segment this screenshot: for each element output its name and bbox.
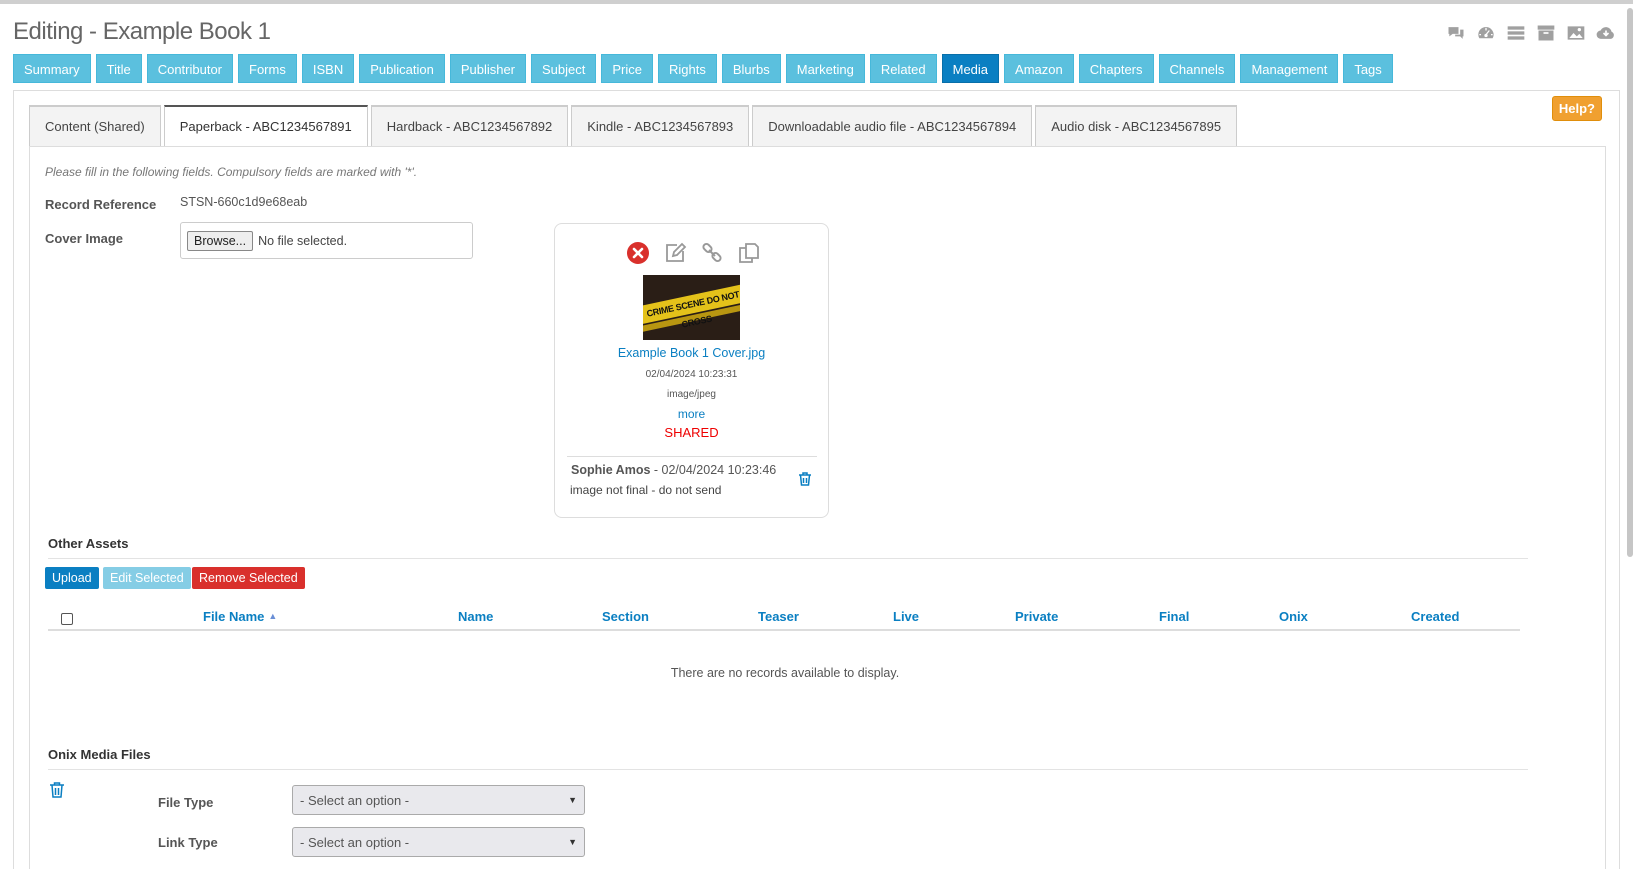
- col-private[interactable]: Private: [1015, 609, 1058, 624]
- cover-upload-date: 02/04/2024 10:23:31: [645, 369, 738, 380]
- file-type-label: File Type: [158, 795, 214, 810]
- cover-shared-badge: SHARED: [664, 425, 719, 440]
- nav-chapters[interactable]: Chapters: [1078, 54, 1154, 83]
- remove-selected-button[interactable]: Remove Selected: [192, 567, 305, 589]
- main-panel: Help? Content (Shared) Paperback - ABC12…: [13, 90, 1620, 869]
- cover-thumbnail[interactable]: CRIME SCENE DO NOT CROSS: [643, 275, 740, 340]
- archive-icon[interactable]: [1535, 22, 1557, 44]
- nav-summary[interactable]: Summary: [13, 54, 91, 83]
- edit-selected-button[interactable]: Edit Selected: [103, 567, 191, 589]
- nav-publication[interactable]: Publication: [359, 54, 445, 83]
- top-toolbar: [1445, 22, 1617, 44]
- page-scrollbar[interactable]: [1627, 8, 1633, 557]
- delete-icon[interactable]: [625, 240, 650, 265]
- nav-media[interactable]: Media: [941, 54, 1000, 83]
- form-instructions: Please fill in the following fields. Com…: [45, 165, 418, 179]
- cover-mime-type: image/jpeg: [667, 389, 716, 400]
- other-assets-heading: Other Assets: [48, 536, 129, 551]
- file-type-selected: - Select an option -: [300, 792, 410, 808]
- trash-icon[interactable]: [797, 471, 813, 487]
- onix-media-heading: Onix Media Files: [48, 747, 151, 762]
- comments-icon[interactable]: [1445, 22, 1467, 44]
- sort-ascending-icon: ▲: [268, 611, 278, 621]
- dashboard-icon[interactable]: [1475, 22, 1497, 44]
- record-reference-value: STSN-660c1d9e68eab: [180, 195, 308, 209]
- nav-tags[interactable]: Tags: [1343, 54, 1393, 83]
- col-onix[interactable]: Onix: [1279, 609, 1308, 624]
- col-file-name[interactable]: File Name ▲: [203, 609, 277, 624]
- col-final[interactable]: Final: [1159, 609, 1189, 624]
- file-status: No file selected.: [258, 233, 348, 248]
- nav-isbn[interactable]: ISBN: [301, 54, 355, 83]
- cloud-download-icon[interactable]: [1595, 22, 1617, 44]
- page-title: Editing - Example Book 1: [13, 18, 271, 45]
- comment-text: image not final - do not send: [570, 483, 722, 497]
- nav-contributor[interactable]: Contributor: [146, 54, 234, 83]
- link-type-select[interactable]: - Select an option - ▼: [292, 827, 585, 857]
- card-divider: [567, 456, 817, 457]
- link-type-label: Link Type: [158, 835, 218, 850]
- nav-management[interactable]: Management: [1240, 54, 1339, 83]
- tab-audio-disk[interactable]: Audio disk - ABC1234567895: [1035, 105, 1238, 146]
- cover-image-file-input[interactable]: Browse... No file selected.: [180, 222, 473, 259]
- cover-file-link[interactable]: Example Book 1 Cover.jpg: [555, 346, 828, 360]
- format-tabs: Content (Shared) Paperback - ABC12345678…: [29, 105, 1238, 147]
- link-icon[interactable]: [699, 240, 724, 265]
- cover-image-card: CRIME SCENE DO NOT CROSS Example Book 1 …: [554, 223, 829, 518]
- nav-blurbs[interactable]: Blurbs: [721, 54, 781, 83]
- assets-table-header: File Name ▲ Name Section Teaser Live Priv…: [48, 605, 1520, 631]
- tab-hardback[interactable]: Hardback - ABC1234567892: [370, 105, 569, 146]
- nav-price[interactable]: Price: [601, 54, 654, 83]
- nav-channels[interactable]: Channels: [1158, 54, 1236, 83]
- col-file-name-label: File Name: [203, 609, 265, 624]
- list-icon[interactable]: [1505, 22, 1527, 44]
- tab-content-shared[interactable]: Content (Shared): [29, 105, 161, 146]
- nav-forms[interactable]: Forms: [238, 54, 297, 83]
- trash-icon[interactable]: [49, 781, 65, 799]
- copy-icon[interactable]: [736, 240, 761, 265]
- help-button[interactable]: Help?: [1551, 96, 1602, 121]
- nav-amazon[interactable]: Amazon: [1004, 54, 1074, 83]
- select-all-checkbox[interactable]: [61, 613, 73, 625]
- nav-subject[interactable]: Subject: [531, 54, 597, 83]
- empty-table-message: There are no records available to displa…: [670, 666, 900, 680]
- section-divider: [48, 558, 1528, 559]
- col-section[interactable]: Section: [602, 609, 649, 624]
- nav-marketing[interactable]: Marketing: [785, 54, 865, 83]
- col-teaser[interactable]: Teaser: [758, 609, 799, 624]
- col-created[interactable]: Created: [1411, 609, 1459, 624]
- cover-more-link[interactable]: more: [555, 407, 828, 421]
- tab-paperback[interactable]: Paperback - ABC1234567891: [163, 105, 368, 147]
- chevron-down-icon: ▼: [568, 795, 577, 805]
- browse-button[interactable]: Browse...: [187, 230, 254, 251]
- record-reference-label: Record Reference: [45, 197, 157, 212]
- col-name[interactable]: Name: [458, 609, 493, 624]
- section-divider: [48, 769, 1528, 770]
- nav-title[interactable]: Title: [95, 54, 142, 83]
- nav-related[interactable]: Related: [869, 54, 937, 83]
- comment-date: - 02/04/2024 10:23:46: [650, 463, 777, 477]
- cover-thumbnail-text: CRIME SCENE DO NOT CROSS: [643, 282, 740, 330]
- file-type-select[interactable]: - Select an option - ▼: [292, 785, 585, 815]
- image-icon[interactable]: [1565, 22, 1587, 44]
- col-live[interactable]: Live: [893, 609, 919, 624]
- upload-button[interactable]: Upload: [45, 567, 99, 589]
- comment-author-name: Sophie Amos: [571, 463, 651, 477]
- tab-content: Please fill in the following fields. Com…: [29, 146, 1606, 869]
- tab-kindle[interactable]: Kindle - ABC1234567893: [571, 105, 750, 146]
- cover-actions: [625, 240, 761, 265]
- comment-author: Sophie Amos - 02/04/2024 10:23:46: [571, 463, 776, 477]
- nav-publisher[interactable]: Publisher: [449, 54, 527, 83]
- nav-rights[interactable]: Rights: [658, 54, 717, 83]
- section-nav: Summary Title Contributor Forms ISBN Pub…: [13, 54, 1393, 83]
- tab-downloadable-audio[interactable]: Downloadable audio file - ABC1234567894: [752, 105, 1033, 146]
- link-type-selected: - Select an option -: [300, 834, 410, 850]
- cover-image-label: Cover Image: [45, 231, 124, 246]
- chevron-down-icon: ▼: [568, 837, 577, 847]
- edit-icon[interactable]: [662, 240, 687, 265]
